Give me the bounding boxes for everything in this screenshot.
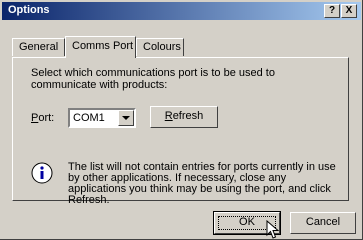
port-label-text: ort: <box>38 112 55 124</box>
port-select[interactable]: COM1 <box>68 108 136 128</box>
tab-general[interactable]: General <box>12 38 65 56</box>
chevron-down-icon[interactable] <box>118 110 134 126</box>
refresh-button[interactable]: Refresh <box>150 106 218 128</box>
port-description: Select which communications port is to b… <box>31 67 275 91</box>
title-bar[interactable]: Options ? X <box>2 2 361 20</box>
info-message: The list will not contain entries for po… <box>68 161 336 206</box>
options-dialog: Options ? X General Comms Port Colours S… <box>0 0 363 240</box>
close-button[interactable]: X <box>341 4 357 18</box>
help-button[interactable]: ? <box>324 4 340 18</box>
port-label: Port: <box>31 112 54 124</box>
window-title: Options <box>8 4 50 16</box>
cancel-button[interactable]: Cancel <box>290 212 356 234</box>
info-icon <box>31 162 53 184</box>
tab-colours[interactable]: Colours <box>136 38 184 56</box>
refresh-label: efresh <box>172 110 204 122</box>
tab-comms-port[interactable]: Comms Port <box>65 36 136 58</box>
refresh-accel: R <box>164 110 173 122</box>
mouse-pointer-icon <box>266 220 280 239</box>
port-select-value: COM1 <box>73 112 105 124</box>
